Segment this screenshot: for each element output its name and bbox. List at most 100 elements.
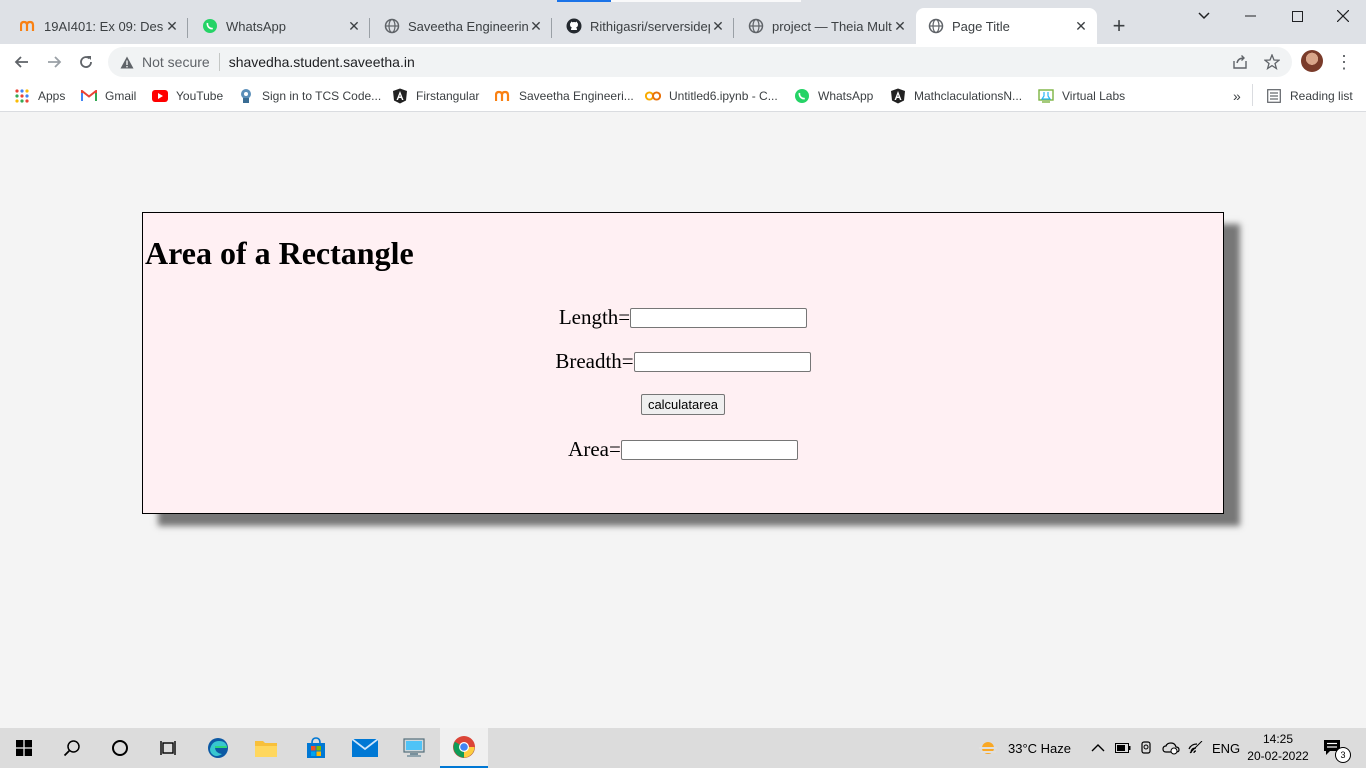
minimize-button[interactable]: [1227, 0, 1273, 32]
close-icon[interactable]: ✕: [346, 18, 362, 34]
tab-divider: [369, 18, 370, 38]
chrome-taskbar-button[interactable]: [440, 728, 488, 768]
close-icon[interactable]: ✕: [710, 18, 726, 34]
tab-title: 19AI401: Ex 09: Design: [44, 18, 164, 34]
back-button[interactable]: [8, 48, 36, 76]
new-tab-button[interactable]: +: [1107, 13, 1131, 38]
weather-haze-icon: [979, 742, 997, 754]
tab-saveetha-engineering[interactable]: Saveetha Engineering ✕: [372, 8, 552, 44]
notification-count-badge: 3: [1335, 747, 1351, 763]
tab-search-chevron-down-icon[interactable]: [1181, 0, 1227, 32]
clock-date: 20-02-2022: [1247, 749, 1309, 763]
task-view-icon: [160, 741, 176, 755]
calculate-area-button[interactable]: calculatarea: [640, 394, 726, 415]
length-input[interactable]: [630, 307, 808, 328]
tab-theia-project[interactable]: project — Theia Multi ✕: [736, 8, 916, 44]
forward-button[interactable]: [40, 48, 68, 76]
onedrive-sync-icon[interactable]: [1162, 728, 1180, 768]
folder-icon: [255, 741, 277, 757]
bookmark-tcs-code[interactable]: Sign in to TCS Code...: [238, 85, 381, 107]
tab-loading-indicator: [557, 0, 611, 2]
wifi-icon[interactable]: [1188, 728, 1204, 768]
tab-title: WhatsApp: [226, 18, 286, 34]
tab-moodle-ex09[interactable]: 19AI401: Ex 09: Design ✕: [8, 8, 188, 44]
security-status-label[interactable]: Not secure: [142, 54, 210, 70]
search-button[interactable]: [48, 728, 96, 768]
action-center-button[interactable]: 3: [1323, 728, 1351, 768]
breadth-input[interactable]: [633, 351, 811, 372]
bookmark-whatsapp[interactable]: WhatsApp: [794, 85, 873, 107]
tab-page-title-active[interactable]: Page Title ✕: [916, 8, 1097, 44]
cortana-button[interactable]: [96, 728, 144, 768]
youtube-icon: [152, 88, 168, 104]
bookmark-firstangular[interactable]: Firstangular: [392, 85, 479, 107]
store-bag-icon: [307, 737, 325, 758]
edge-icon: [208, 738, 228, 758]
tab-divider: [551, 18, 552, 38]
close-icon[interactable]: ✕: [892, 18, 908, 34]
angular-icon: [392, 88, 408, 104]
length-row: Length=: [143, 305, 1223, 330]
show-hidden-icons-chevron-icon[interactable]: [1091, 728, 1105, 768]
globe-icon: [928, 18, 944, 34]
browser-toolbar: Not secure shavedha.student.saveetha.in …: [0, 44, 1366, 80]
bookmark-gmail[interactable]: Gmail: [81, 85, 136, 107]
tab-title: Rithigasri/serversidepr: [590, 18, 710, 34]
tab-title: project — Theia Multi: [772, 18, 892, 34]
bookmark-colab-untitled6[interactable]: Untitled6.ipynb - C...: [645, 85, 778, 107]
edge-taskbar-button[interactable]: [194, 728, 242, 768]
remote-desktop-button[interactable]: [390, 728, 438, 768]
computer-monitor-icon: [403, 738, 425, 757]
moodle-icon: [495, 88, 511, 104]
tcs-icon: [238, 88, 254, 104]
clock-time: 14:25: [1262, 732, 1294, 746]
bookmark-apps[interactable]: Apps: [14, 85, 65, 107]
more-bookmarks-chevron-icon[interactable]: »: [1233, 85, 1241, 107]
profile-avatar[interactable]: [1301, 50, 1323, 72]
github-icon: [566, 18, 582, 34]
area-row: Area=: [143, 437, 1223, 462]
tab-whatsapp[interactable]: WhatsApp ✕: [190, 8, 370, 44]
tab-github-rithigasri[interactable]: Rithigasri/serversidepr ✕: [554, 8, 734, 44]
input-language-indicator[interactable]: ENG: [1212, 728, 1240, 768]
bookmark-youtube[interactable]: YouTube: [152, 85, 223, 107]
bookmark-star-icon[interactable]: [1260, 47, 1284, 77]
virtual-labs-icon: [1038, 88, 1054, 104]
close-icon[interactable]: ✕: [528, 18, 544, 34]
tab-title: Saveetha Engineering: [408, 18, 528, 34]
bookmark-label: MathclaculationsN...: [914, 89, 1023, 103]
reading-list-label: Reading list: [1290, 89, 1353, 103]
mail-icon: [352, 739, 378, 757]
start-button[interactable]: [0, 728, 48, 768]
close-window-button[interactable]: [1320, 0, 1366, 32]
bookmark-virtual-labs[interactable]: Virtual Labs: [1038, 85, 1125, 107]
battery-icon[interactable]: [1115, 728, 1131, 768]
bookmark-saveetha-engineering[interactable]: Saveetha Engineeri...: [495, 85, 634, 107]
address-bar[interactable]: Not secure shavedha.student.saveetha.in: [108, 47, 1292, 77]
reading-list-icon: [1266, 88, 1282, 104]
maximize-button[interactable]: [1274, 0, 1320, 32]
task-view-button[interactable]: [144, 728, 192, 768]
bookmark-mathcalculations[interactable]: MathclaculationsN...: [890, 85, 1022, 107]
reload-button[interactable]: [72, 48, 100, 76]
meet-now-icon[interactable]: [1140, 728, 1154, 768]
bookmark-label: WhatsApp: [818, 89, 874, 103]
reading-list-button[interactable]: Reading list: [1266, 85, 1353, 107]
whatsapp-icon: [794, 88, 810, 104]
url-text[interactable]: shavedha.student.saveetha.in: [229, 54, 415, 70]
file-explorer-button[interactable]: [242, 728, 290, 768]
close-icon[interactable]: ✕: [1073, 18, 1089, 34]
tab-title: Page Title: [952, 18, 1010, 34]
globe-icon: [384, 18, 400, 34]
weather-widget[interactable]: 33°C Haze: [976, 728, 1071, 768]
system-clock[interactable]: 14:25 20-02-2022: [1244, 731, 1312, 765]
bookmark-label: Virtual Labs: [1062, 89, 1126, 103]
microsoft-store-button[interactable]: [292, 728, 340, 768]
close-icon[interactable]: ✕: [164, 18, 180, 34]
angular-icon: [890, 88, 906, 104]
warning-triangle-icon[interactable]: [120, 55, 134, 69]
area-output[interactable]: [620, 439, 798, 460]
mail-taskbar-button[interactable]: [341, 728, 389, 768]
browser-menu-icon[interactable]: ⋮: [1332, 50, 1356, 74]
share-icon[interactable]: [1228, 47, 1252, 77]
